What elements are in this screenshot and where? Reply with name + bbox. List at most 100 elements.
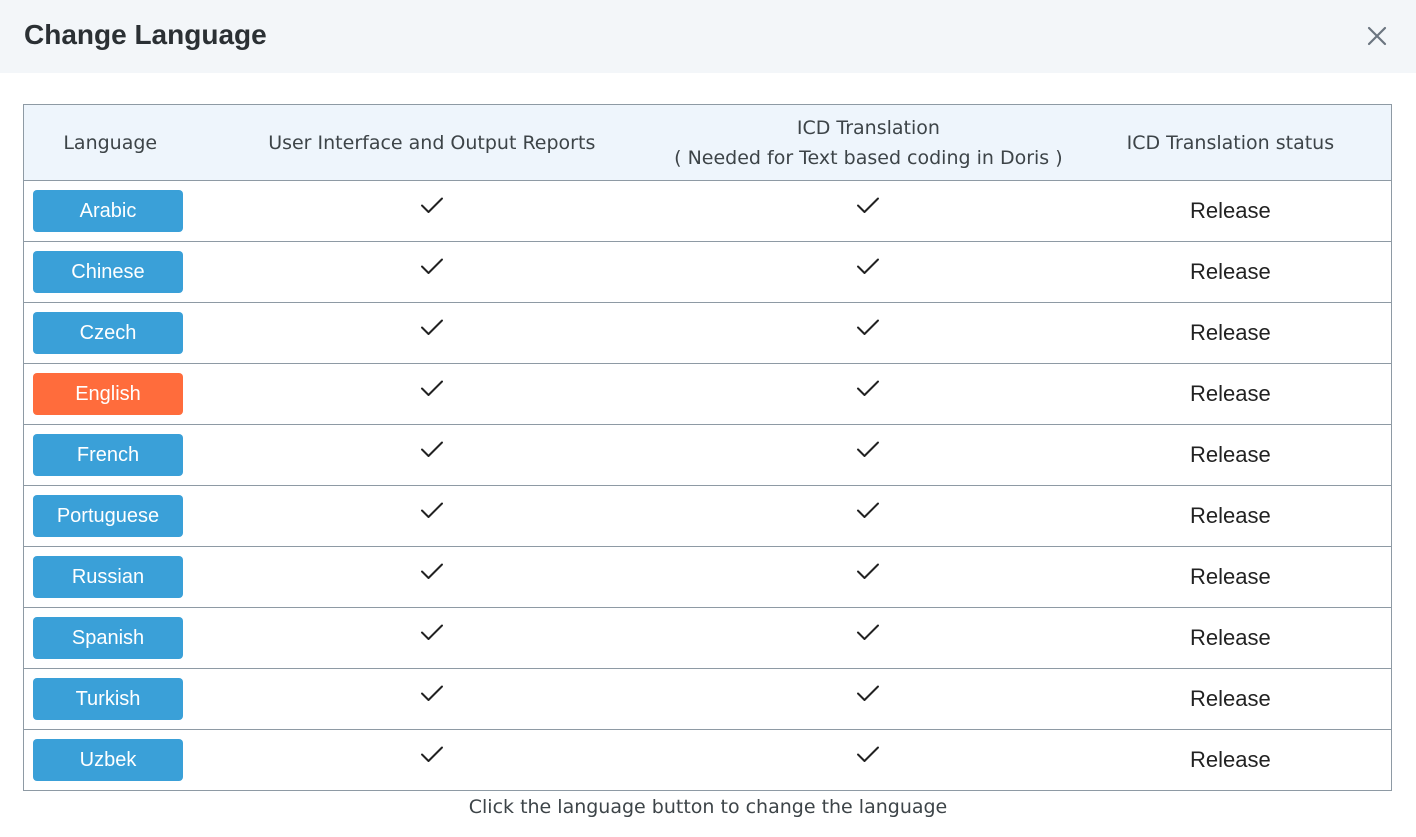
cell-icd [667, 546, 1070, 608]
cell-language: Portuguese [23, 485, 197, 547]
header-icd-subtitle: ( Needed for Text based coding in Doris … [674, 146, 1063, 169]
status-text: Release [1190, 381, 1271, 406]
check-icon [856, 437, 880, 461]
check-icon [420, 254, 444, 278]
language-button-french[interactable]: French [33, 434, 183, 476]
cell-status: Release [1069, 668, 1392, 730]
status-text: Release [1190, 259, 1271, 284]
table-row: Portuguese Release [23, 485, 1392, 547]
header-status: ICD Translation status [1069, 104, 1392, 181]
cell-ui [196, 607, 668, 669]
language-button-arabic[interactable]: Arabic [33, 190, 183, 232]
cell-ui [196, 424, 668, 486]
table-row: Chinese Release [23, 241, 1392, 303]
cell-icd [667, 363, 1070, 425]
status-text: Release [1190, 686, 1271, 711]
cell-status: Release [1069, 241, 1392, 303]
header-ui: User Interface and Output Reports [196, 104, 668, 181]
table-row: English Release [23, 363, 1392, 425]
cell-icd [667, 180, 1070, 242]
cell-language: Czech [23, 302, 197, 364]
cell-language: French [23, 424, 197, 486]
check-icon [856, 193, 880, 217]
table-body: Arabic Release Chinese Release Czech Release E… [23, 180, 1392, 791]
cell-language: Turkish [23, 668, 197, 730]
check-icon [856, 254, 880, 278]
check-icon [856, 498, 880, 522]
cell-status: Release [1070, 730, 1392, 791]
table-row: Turkish Release [23, 668, 1392, 730]
cell-language: Arabic [23, 180, 197, 242]
cell-ui [196, 730, 667, 791]
cell-language: Chinese [23, 241, 197, 303]
language-button-turkish[interactable]: Turkish [33, 678, 183, 720]
cell-status: Release [1069, 485, 1392, 547]
cell-icd [667, 424, 1070, 486]
status-text: Release [1190, 320, 1271, 345]
check-icon [420, 376, 444, 400]
header-language: Language [23, 104, 197, 181]
cell-status: Release [1069, 363, 1392, 425]
table-row: French Release [23, 424, 1392, 486]
footer-note: Click the language button to change the … [468, 796, 948, 818]
cell-icd [667, 668, 1070, 730]
check-icon [420, 437, 444, 461]
cell-ui [196, 668, 668, 730]
header-icd-title: ICD Translation [796, 116, 940, 139]
table-header-row: Language User Interface and Output Repor… [23, 104, 1392, 181]
cell-status: Release [1069, 302, 1392, 364]
status-text: Release [1190, 564, 1271, 589]
table-row: Czech Release [23, 302, 1392, 364]
language-table: Language User Interface and Output Repor… [23, 104, 1392, 791]
cell-language: Uzbek [24, 730, 197, 791]
cell-status: Release [1069, 180, 1392, 242]
language-button-czech[interactable]: Czech [33, 312, 183, 354]
cell-language: Spanish [23, 607, 197, 669]
language-button-spanish[interactable]: Spanish [33, 617, 183, 659]
language-button-english[interactable]: English [33, 373, 183, 415]
cell-icd [667, 485, 1070, 547]
language-button-chinese[interactable]: Chinese [33, 251, 183, 293]
cell-ui [196, 363, 668, 425]
cell-icd [667, 607, 1070, 669]
cell-status: Release [1069, 546, 1392, 608]
cell-ui [196, 546, 668, 608]
cell-status: Release [1069, 607, 1392, 669]
dialog-title: Change Language [24, 19, 267, 50]
cell-ui [196, 180, 668, 242]
check-icon [856, 620, 880, 644]
table-row: Uzbek Release [24, 730, 1392, 791]
dialog-header: Change Language [0, 0, 1416, 73]
cell-ui [196, 485, 668, 547]
check-icon [420, 742, 444, 766]
cell-icd [667, 730, 1070, 791]
status-text: Release [1190, 198, 1271, 223]
status-text: Release [1190, 442, 1271, 467]
language-button-russian[interactable]: Russian [33, 556, 183, 598]
check-icon [420, 620, 444, 644]
check-icon [420, 193, 444, 217]
check-icon [856, 376, 880, 400]
table-row: Russian Release [23, 546, 1392, 608]
header-icd: ICD Translation ( Needed for Text based … [667, 104, 1070, 181]
cell-status: Release [1069, 424, 1392, 486]
status-text: Release [1190, 747, 1271, 772]
check-icon [856, 681, 880, 705]
language-button-uzbek[interactable]: Uzbek [33, 739, 183, 781]
check-icon [420, 498, 444, 522]
status-text: Release [1190, 503, 1271, 528]
check-icon [856, 742, 880, 766]
status-text: Release [1190, 625, 1271, 650]
cell-icd [667, 241, 1070, 303]
cell-ui [196, 241, 668, 303]
language-button-portuguese[interactable]: Portuguese [33, 495, 183, 537]
cell-language: English [23, 363, 197, 425]
table-row: Arabic Release [23, 180, 1392, 242]
check-icon [420, 559, 444, 583]
check-icon [420, 681, 444, 705]
cell-language: Russian [23, 546, 197, 608]
close-button[interactable] [1363, 22, 1391, 50]
cell-icd [667, 302, 1070, 364]
cell-ui [196, 302, 668, 364]
close-icon [1367, 26, 1387, 46]
